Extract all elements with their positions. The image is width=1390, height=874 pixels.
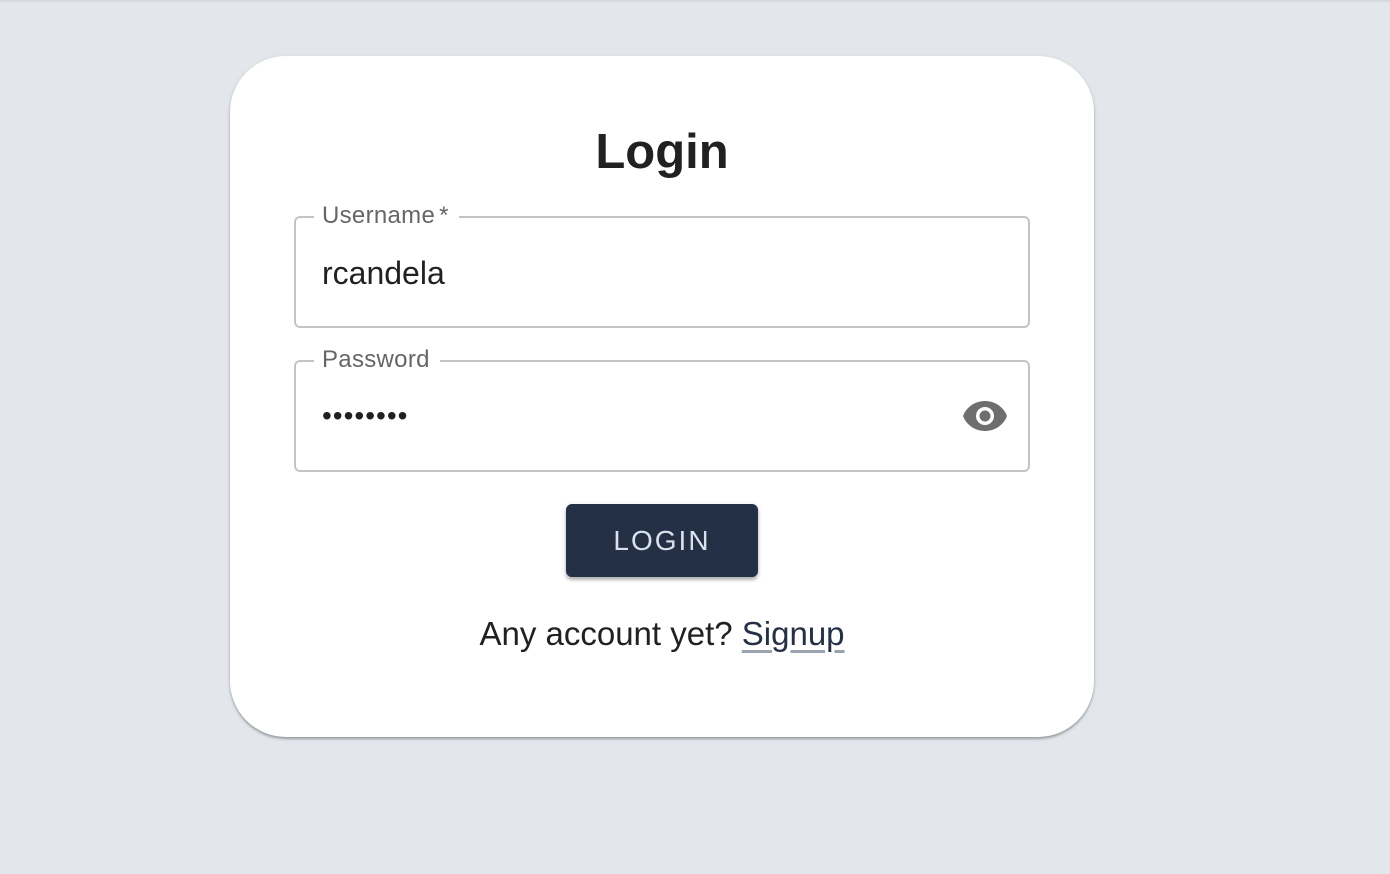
signup-prompt: Any account yet? (479, 615, 733, 652)
username-label-text: Username (322, 202, 436, 229)
password-label: Password (314, 345, 440, 375)
signup-link[interactable]: Signup (742, 615, 845, 652)
username-label: Username * (314, 201, 459, 231)
password-input[interactable]: •••••••• (322, 396, 408, 436)
login-card: Login Username * rcandela Password ••••••… (230, 56, 1094, 737)
page-title: Login (595, 125, 729, 179)
eye-icon[interactable] (962, 398, 1008, 434)
top-edge-shadow (0, 0, 1390, 3)
required-asterisk: * (439, 202, 449, 229)
signup-prompt-line: Any account yet? Signup (230, 614, 1094, 654)
username-input[interactable]: rcandela (322, 253, 445, 293)
username-field[interactable]: Username * rcandela (294, 201, 1030, 328)
login-button[interactable]: LOGIN (566, 504, 758, 577)
password-field[interactable]: Password •••••••• (294, 345, 1030, 472)
